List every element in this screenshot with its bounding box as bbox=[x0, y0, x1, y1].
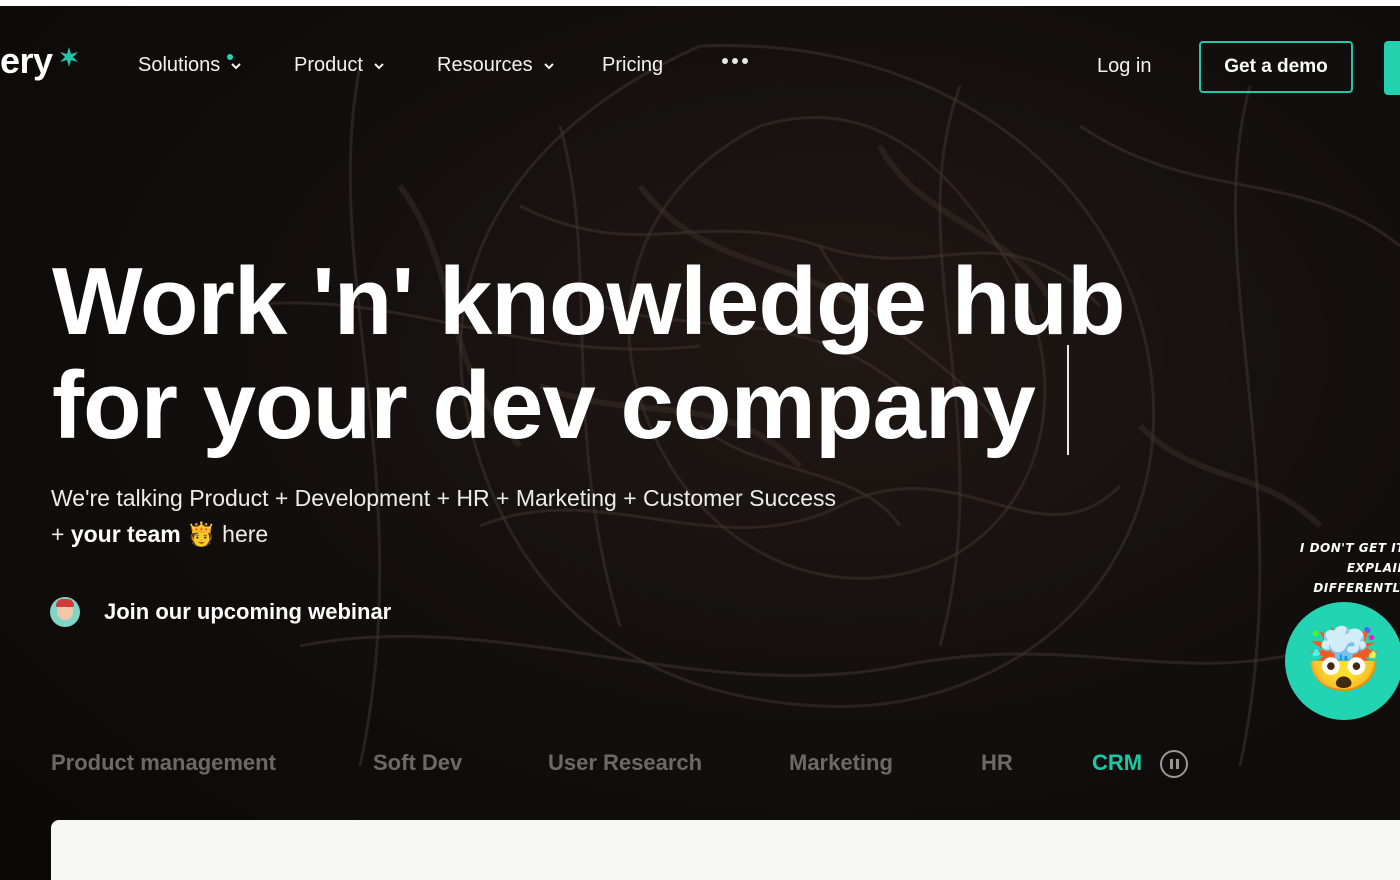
team-emoji: 🫅 bbox=[187, 521, 216, 547]
chevron-down-icon bbox=[231, 62, 241, 69]
helper-note-line-1: I DON'T GET IT, bbox=[1299, 541, 1400, 555]
tab-soft-dev[interactable]: Soft Dev bbox=[373, 750, 462, 776]
get-demo-button[interactable]: Get a demo bbox=[1199, 41, 1353, 93]
explain-differently-button[interactable]: 🤯 bbox=[1285, 602, 1400, 720]
notification-dot bbox=[227, 54, 233, 60]
login-link[interactable]: Log in bbox=[1097, 55, 1152, 78]
nav-item-label: Pricing bbox=[602, 54, 664, 76]
chevron-down-icon bbox=[374, 62, 384, 69]
headline-line-1: Work 'n' knowledge hub bbox=[52, 248, 1126, 355]
signup-button-partial[interactable] bbox=[1384, 41, 1400, 95]
nav-item-label: Resources bbox=[437, 54, 533, 76]
hero-subtitle: We're talking Product + Development + HR… bbox=[51, 480, 851, 552]
pause-icon[interactable] bbox=[1160, 750, 1188, 778]
nav-item-pricing[interactable]: Pricing bbox=[602, 54, 663, 77]
preview-panel bbox=[51, 820, 1400, 880]
ellipsis-icon bbox=[722, 58, 728, 64]
tab-user-research[interactable]: User Research bbox=[548, 750, 702, 776]
hero-headline: Work 'n' knowledge hub for your dev comp… bbox=[52, 248, 1126, 459]
brand-logo[interactable]: ery bbox=[0, 40, 78, 82]
host-avatar bbox=[50, 597, 80, 627]
tab-hr[interactable]: HR bbox=[981, 750, 1013, 776]
tab-crm[interactable]: CRM bbox=[1092, 750, 1142, 776]
tab-marketing[interactable]: Marketing bbox=[789, 750, 893, 776]
subtitle-bold-text: your team bbox=[70, 521, 181, 547]
helper-note: I DON'T GET IT, EXPLAIN DIFFERENTLY bbox=[1248, 538, 1400, 598]
tab-product-management[interactable]: Product management bbox=[51, 750, 276, 776]
helper-note-line-2: EXPLAIN DIFFERENTLY bbox=[1313, 561, 1400, 595]
subtitle-text-end: here bbox=[215, 521, 269, 547]
webinar-link[interactable]: Join our upcoming webinar bbox=[50, 597, 391, 627]
typing-cursor bbox=[1067, 345, 1069, 455]
exploding-head-emoji: 🤯 bbox=[1305, 626, 1383, 695]
nav-item-product[interactable]: Product bbox=[294, 54, 385, 77]
chevron-down-icon bbox=[543, 62, 554, 69]
brand-star-icon bbox=[60, 47, 78, 67]
brand-wordmark: ery bbox=[0, 40, 53, 81]
headline-line-2: for your dev company bbox=[52, 352, 1036, 459]
nav-item-label: Solutions bbox=[138, 54, 221, 76]
webinar-label: Join our upcoming webinar bbox=[104, 599, 392, 624]
nav-item-label: Product bbox=[294, 54, 363, 76]
nav-item-resources[interactable]: Resources bbox=[437, 54, 555, 77]
more-menu-button[interactable] bbox=[722, 58, 748, 64]
